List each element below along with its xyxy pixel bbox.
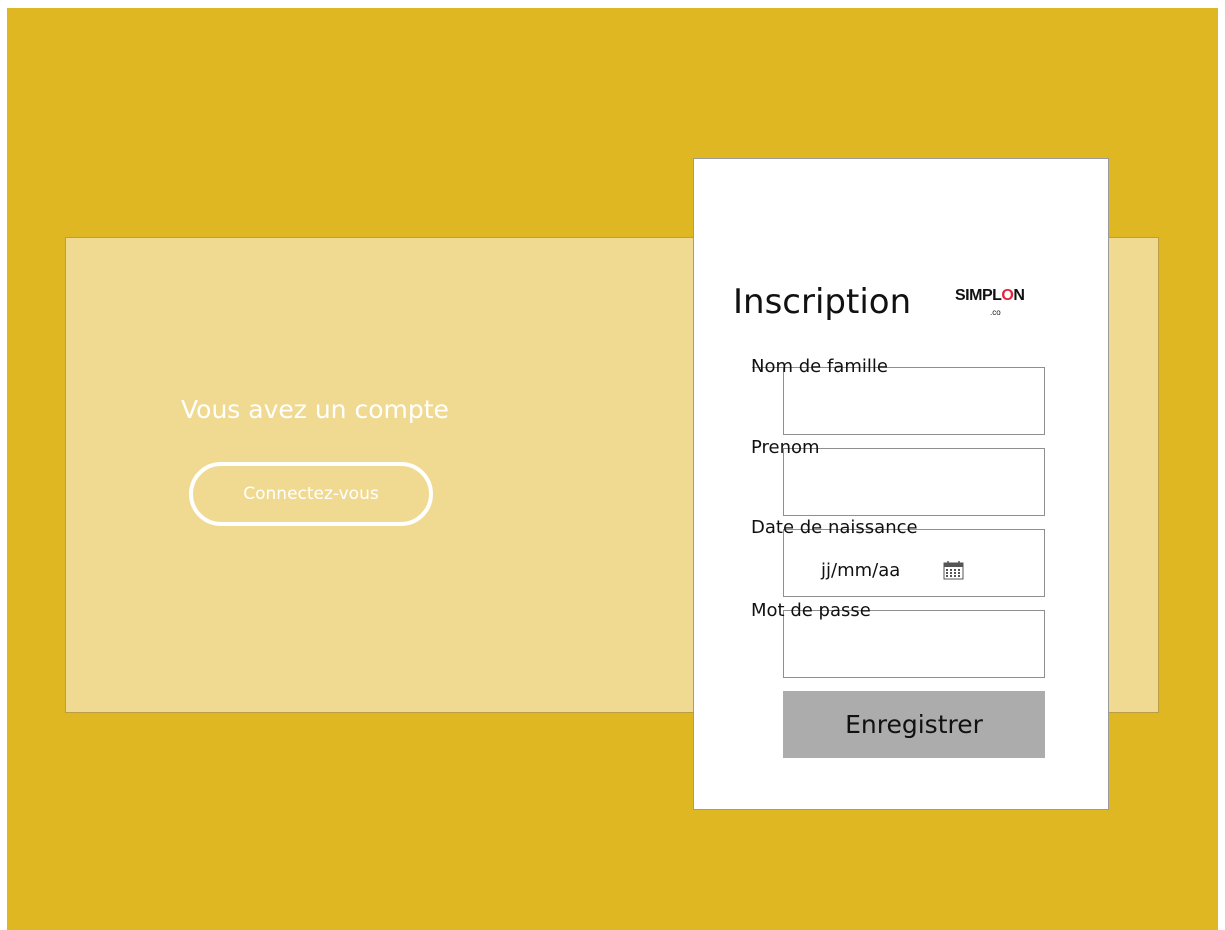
firstname-field[interactable]	[783, 448, 1045, 516]
birthdate-placeholder[interactable]: jj/mm/aa	[821, 560, 900, 581]
firstname-input[interactable]	[792, 467, 1040, 499]
password-input[interactable]	[792, 629, 1040, 661]
logo-subtitle: .co	[990, 308, 1001, 317]
calendar-icon[interactable]	[943, 561, 964, 580]
submit-button[interactable]: Enregistrer	[783, 691, 1045, 758]
birthdate-label: Date de naissance	[751, 517, 918, 538]
account-prompt: Vous avez un compte	[181, 395, 449, 424]
firstname-label: Prenom	[751, 437, 820, 458]
form-title: Inscription	[733, 282, 912, 322]
power-icon: O	[1001, 287, 1014, 304]
simplon-logo: SIMPLON .co	[955, 287, 1039, 323]
connect-button[interactable]: Connectez-vous	[189, 462, 433, 526]
lastname-input[interactable]	[792, 386, 1040, 418]
logo-wordmark: SIMPLON	[955, 287, 1025, 304]
password-label: Mot de passe	[751, 600, 871, 621]
lastname-label: Nom de famille	[751, 356, 888, 377]
